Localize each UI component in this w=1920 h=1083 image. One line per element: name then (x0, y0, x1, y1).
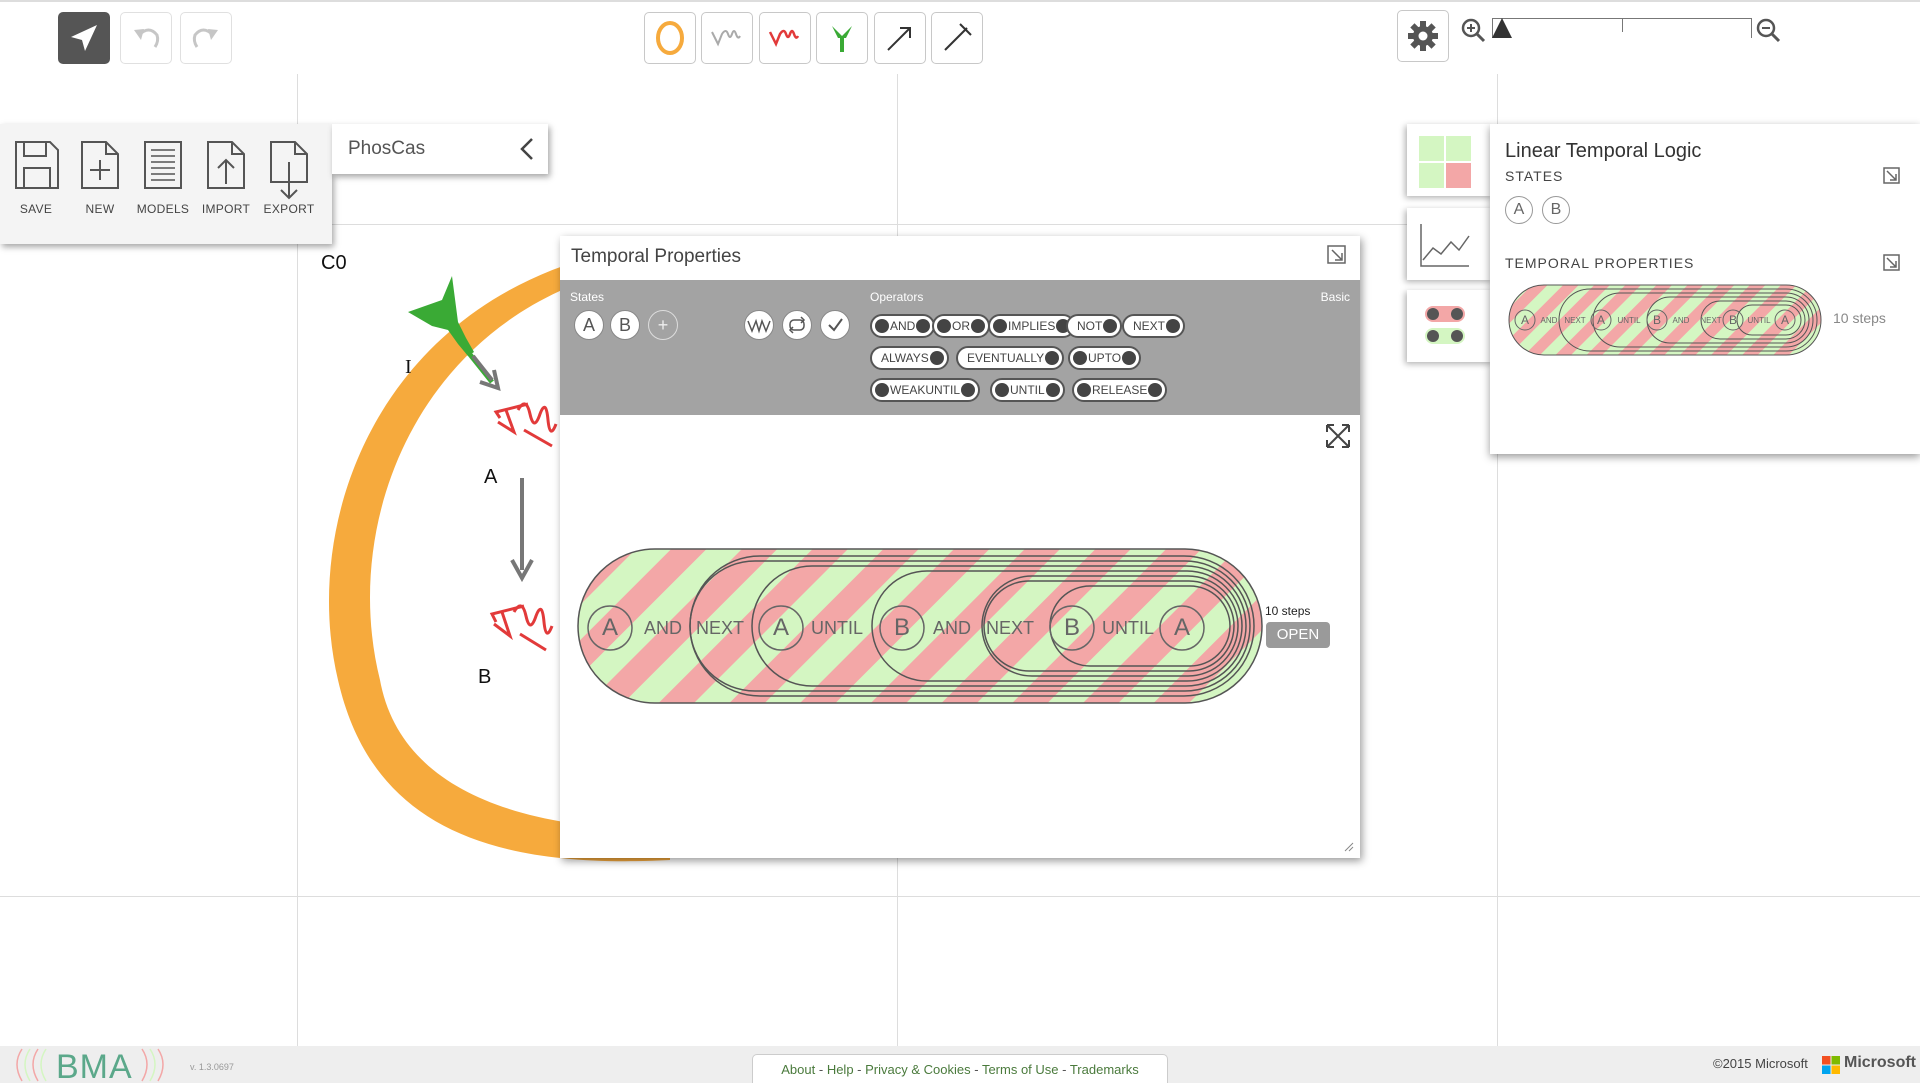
svg-text:AND: AND (1673, 316, 1690, 325)
copyright: ©2015 Microsoft (1713, 1056, 1808, 1071)
save-icon (15, 141, 59, 189)
svg-text:NEXT: NEXT (1564, 316, 1585, 325)
svg-text:AND: AND (1541, 316, 1558, 325)
steps-label: 10 steps (1265, 604, 1311, 618)
line-chart-icon (1420, 224, 1470, 267)
privacy-link[interactable]: Privacy & Cookies (865, 1062, 970, 1077)
chevron-left-icon[interactable] (516, 134, 540, 164)
formula-state-b: B (894, 614, 910, 641)
new-button[interactable]: NEW (70, 138, 130, 216)
formula-op-next: NEXT (696, 618, 744, 638)
formula-op-next: NEXT (986, 618, 1034, 638)
formula-op-until: UNTIL (811, 618, 863, 638)
model-name-tab[interactable]: PhosCas (332, 124, 548, 174)
svg-text:A: A (1521, 313, 1529, 327)
file-menu: SAVE NEW MODELS IMPORT EXPORT (0, 124, 332, 244)
ltl-title: Linear Temporal Logic (1505, 140, 1702, 162)
formula-state-b: B (1064, 614, 1080, 641)
variable-b-label: B (478, 666, 492, 688)
save-button[interactable]: SAVE (6, 138, 66, 216)
trademarks-link[interactable]: Trademarks (1070, 1062, 1139, 1077)
expand-props-icon[interactable] (1882, 253, 1902, 273)
receptor-label: I (405, 356, 412, 378)
models-button[interactable]: MODELS (133, 138, 193, 216)
activator-arrow-1 (471, 354, 494, 382)
tab-simulation[interactable] (1407, 208, 1493, 280)
about-link[interactable]: About (781, 1062, 815, 1077)
ltl-panel: Linear Temporal Logic STATES A B TEMPORA… (1490, 124, 1920, 454)
expand-states-icon[interactable] (1882, 166, 1902, 186)
models-icon (144, 141, 182, 189)
new-icon (81, 141, 119, 189)
formula-state-a: A (1174, 614, 1190, 641)
toggle-states-icon (1425, 306, 1465, 344)
resize-handle-icon[interactable] (1344, 842, 1354, 852)
variable-a-shape (493, 402, 558, 448)
tab-temporal-logic[interactable] (1407, 290, 1493, 362)
formula-op-and: AND (933, 618, 971, 638)
tab-ltl-grid[interactable] (1407, 124, 1493, 196)
formula-state-a: A (602, 614, 618, 641)
container-label: C0 (321, 252, 347, 274)
temporal-properties-window: Temporal Properties States Operators Bas… (560, 236, 1360, 858)
svg-text:B: B (1653, 313, 1661, 327)
formula-op-and: AND (644, 618, 682, 638)
open-button[interactable]: OPEN (1266, 622, 1330, 648)
variable-b-shape (489, 604, 554, 652)
models-label: MODELS (136, 202, 190, 216)
help-link[interactable]: Help (827, 1062, 854, 1077)
ltl-states-heading: STATES (1505, 168, 1564, 184)
ltl-steps-label: 10 steps (1833, 310, 1886, 326)
export-label: EXPORT (263, 202, 315, 216)
model-name: PhosCas (348, 138, 426, 159)
save-label: SAVE (19, 202, 53, 216)
terms-link[interactable]: Terms of Use (982, 1062, 1059, 1077)
svg-text:A: A (1597, 313, 1605, 327)
grid-status-icon (1419, 136, 1471, 188)
bma-brand: BMA (56, 1048, 133, 1083)
formula-state-a: A (773, 614, 789, 641)
ltl-props-heading: TEMPORAL PROPERTIES (1505, 255, 1695, 271)
microsoft-wordmark: Microsoft (1844, 1054, 1916, 1071)
export-icon (270, 141, 308, 200)
formula-op-until: UNTIL (1102, 618, 1154, 638)
variable-a-label: A (484, 466, 498, 488)
formula-canvas[interactable]: A AND NEXT A UNTIL B AND NEXT B UNTIL A (560, 236, 1360, 858)
svg-text:UNTIL: UNTIL (1617, 316, 1641, 325)
import-icon (207, 141, 245, 189)
export-button[interactable]: EXPORT (259, 138, 319, 216)
import-button[interactable]: IMPORT (196, 138, 256, 216)
bma-logo: BMA (0, 1046, 180, 1083)
version-label: v. 1.3.0697 (190, 1062, 234, 1072)
new-label: NEW (85, 202, 115, 216)
ltl-formula-thumbnail[interactable]: A AND NEXT A UNTIL B AND NEXT B UNTIL A (1505, 281, 1825, 359)
ltl-state-b[interactable]: B (1542, 196, 1570, 224)
import-label: IMPORT (201, 202, 251, 216)
svg-text:UNTIL: UNTIL (1747, 316, 1771, 325)
svg-text:B: B (1729, 313, 1737, 327)
footer-links: About - Help - Privacy & Cookies - Terms… (752, 1054, 1168, 1083)
bma-app: C0 I A B SAVE NEW MODELS IMPORT EXPORT P… (0, 0, 1920, 1083)
microsoft-logo-icon (1822, 1056, 1840, 1074)
ltl-state-a[interactable]: A (1505, 196, 1533, 224)
svg-text:NEXT: NEXT (1700, 316, 1721, 325)
svg-text:A: A (1781, 313, 1789, 327)
